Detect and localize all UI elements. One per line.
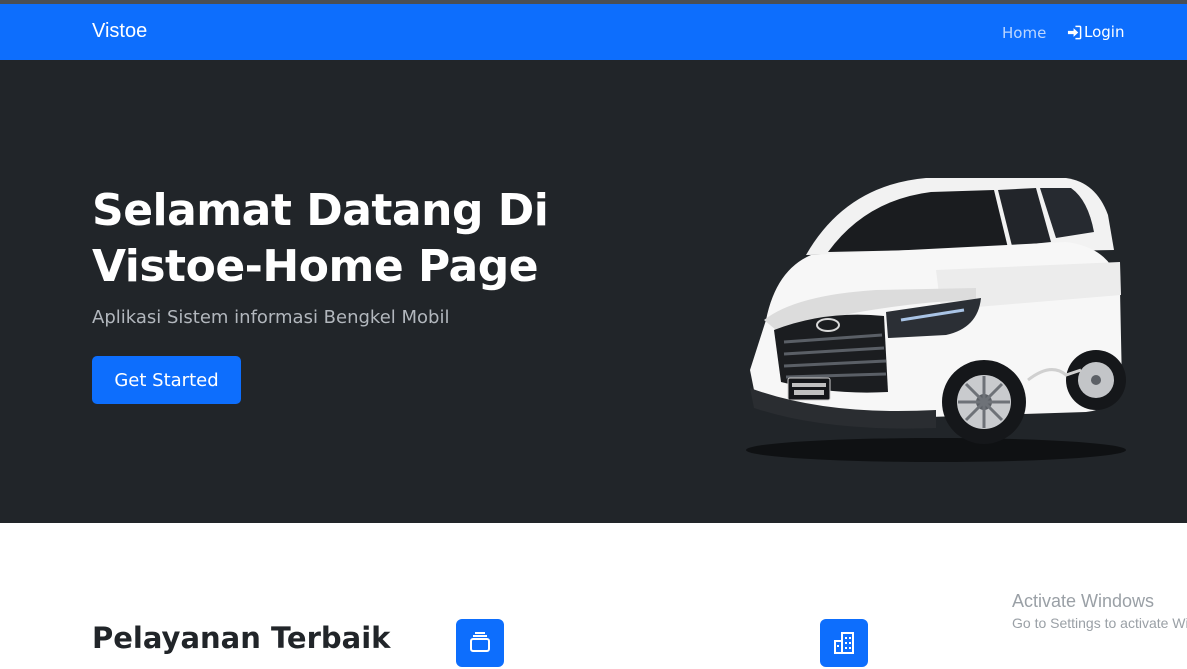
building-icon [820,619,868,667]
hero-subtitle: Aplikasi Sistem informasi Bengkel Mobil [92,307,450,328]
nav-link-home[interactable]: Home [1002,24,1046,42]
watermark-subtitle: Go to Settings to activate Windows. [1012,615,1187,631]
hero-title-line-1: Selamat Datang Di [92,185,549,236]
navbar: Vistoe Home Login [0,4,1187,60]
car-image [746,178,1126,462]
navbar-brand[interactable]: Vistoe [92,20,147,43]
hero-title: Selamat Datang Di Vistoe-Home Page [92,183,652,295]
nav-link-login[interactable]: Login [1067,23,1124,41]
activate-windows-watermark: Activate Windows Go to Settings to activ… [1012,591,1187,631]
hero-title-line-2: Vistoe-Home Page [92,241,539,292]
services-section: Pelayanan Terbaik [0,523,1187,669]
nav-login-label: Login [1084,23,1125,41]
collection-icon [456,619,504,667]
get-started-button[interactable]: Get Started [92,356,241,404]
watermark-title: Activate Windows [1012,591,1155,611]
login-icon [1067,25,1082,40]
services-title: Pelayanan Terbaik [92,621,391,655]
hero-section: Selamat Datang Di Vistoe-Home Page Aplik… [0,60,1187,523]
